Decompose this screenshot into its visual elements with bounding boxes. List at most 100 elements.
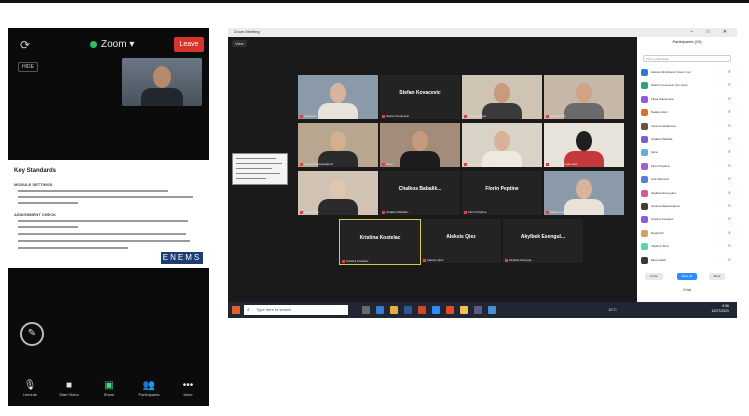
muted-mic-icon: ✕ <box>727 243 731 249</box>
participant-row[interactable]: Ana Markovic ✕ <box>641 174 733 186</box>
app-icon[interactable] <box>474 306 482 314</box>
participant-row[interactable]: Elena Aleki ✕ <box>641 255 733 267</box>
participant-video-tile[interactable]: Jovana Radosavljevic <box>298 123 378 167</box>
search-icon: ⌕ <box>247 307 250 313</box>
participant-video-tile[interactable]: Elena Aleki <box>298 171 378 215</box>
microphone-icon: 🎙 <box>23 380 37 391</box>
participant-body <box>564 103 604 119</box>
chat-tab[interactable]: Chat <box>637 287 737 292</box>
tile-label-text: Iskra <box>386 162 393 166</box>
word-icon[interactable] <box>404 306 412 314</box>
mute-all-button[interactable]: Mute All <box>677 273 697 280</box>
edge-icon[interactable] <box>376 306 384 314</box>
start-menu-icon[interactable] <box>232 306 240 314</box>
participant-row[interactable]: Jovana Radosavljevic ✕ <box>641 201 733 213</box>
participant-video-tile[interactable]: Dagoll Ali <box>298 75 378 119</box>
firefox-icon[interactable] <box>460 306 468 314</box>
participant-avatar <box>641 162 648 170</box>
participant-name: Akylbek Esengulov <box>651 190 677 195</box>
tile-name-label: Chalkos Babalik... <box>382 210 410 214</box>
app-icon[interactable] <box>488 306 496 314</box>
muted-mic-icon <box>546 162 549 166</box>
participant-name-tile[interactable]: Aleksis Qiez Aleksis Qiez <box>421 219 501 263</box>
screen-share-popup[interactable] <box>232 153 288 185</box>
participant-face <box>576 131 592 151</box>
muted-mic-icon <box>505 258 508 262</box>
tile-display-name: Stefan Kovacevic <box>399 90 441 96</box>
participants-icon: 👥 <box>142 380 156 391</box>
participant-row[interactable]: Natalia Aleki ✕ <box>641 107 733 119</box>
chrome-icon[interactable] <box>446 306 454 314</box>
participant-name-tile[interactable]: Stefan Kovacevic Stefan Kovacevic <box>380 75 460 119</box>
view-button[interactable]: View <box>232 40 247 47</box>
participant-row[interactable]: Kristina Kostelac ✕ <box>641 214 733 226</box>
window-controls[interactable]: – □ ✕ <box>690 28 733 37</box>
muted-mic-icon: ✕ <box>727 229 731 235</box>
muted-mic-icon: ✕ <box>727 82 731 88</box>
task-view-icon[interactable] <box>362 306 370 314</box>
participant-row[interactable]: Iskra ✕ <box>641 147 733 159</box>
participant-video-tile[interactable]: Ana Markovic <box>462 75 542 119</box>
participant-row[interactable]: Stefan Kovacevic (Co-host) ✕ <box>641 80 733 92</box>
zoom-icon[interactable] <box>432 306 440 314</box>
participant-video-tile[interactable]: Iskra <box>380 123 460 167</box>
taskbar-clock[interactable]: 9:36 10/27/2021 <box>711 304 729 314</box>
participant-row[interactable]: Dagoll Ali ✕ <box>641 228 733 240</box>
tile-name-label: Elena Aleki <box>300 210 319 214</box>
participant-avatar <box>641 149 648 157</box>
tile-label-text: Dagoll Ali <box>304 114 317 118</box>
participants-button[interactable]: 👥 Participants <box>129 380 169 398</box>
participant-name: Florin Peptine <box>651 163 670 168</box>
muted-mic-icon <box>342 259 345 263</box>
participant-row[interactable]: Ivana Kostadinova ✕ <box>641 121 733 133</box>
participant-video-tile[interactable]: Ivana Kostadinova <box>462 123 542 167</box>
weather-tray[interactable]: 16°C <box>608 307 617 312</box>
participant-name-tile[interactable]: Akylbek Esengul... Akylbek Esengul... <box>503 219 583 263</box>
hide-button[interactable]: HIDE <box>18 62 38 72</box>
tile-name-label: Iskra <box>382 162 393 166</box>
participant-name-tile[interactable]: Chalkos Babalik... Chalkos Babalik... <box>380 171 460 215</box>
powerpoint-icon[interactable] <box>418 306 426 314</box>
participant-row[interactable]: Filipa Nikolovska ✕ <box>641 94 733 106</box>
participant-row[interactable]: Chalkos Babalik ✕ <box>641 134 733 146</box>
participant-name: Kristina Kostelac <box>651 217 674 222</box>
document-line <box>18 220 188 222</box>
unmute-button[interactable]: 🎙 Unmute <box>10 380 50 398</box>
participant-video-tile[interactable]: Natalia Georgievska <box>544 123 624 167</box>
participant-row[interactable]: Vladimir Zivic ✕ <box>641 241 733 253</box>
gallery-view: View Dagoll Ali Stefan Kovacevic Stefan Ko… <box>228 37 637 302</box>
participant-row[interactable]: Aleksis Dimitrijevic (Host, me) ✕ <box>641 67 733 79</box>
more-button[interactable]: ••• More <box>168 380 208 398</box>
popup-line <box>236 163 282 164</box>
invite-button[interactable]: Invite <box>645 273 663 280</box>
participant-row[interactable]: Florin Peptine ✕ <box>641 161 733 173</box>
more-button[interactable]: More <box>709 273 725 280</box>
taskbar-search[interactable]: ⌕ Type here to search <box>244 305 348 315</box>
explorer-icon[interactable] <box>390 306 398 314</box>
participant-name-tile[interactable]: Florin Peptine Florin Peptine <box>462 171 542 215</box>
participant-avatar <box>641 256 648 264</box>
participant-row[interactable]: Akylbek Esengulov ✕ <box>641 188 733 200</box>
tile-name-label: Ivan Nikolic <box>546 114 565 118</box>
participant-avatar <box>641 95 648 103</box>
muted-mic-icon: ✕ <box>727 256 731 262</box>
participant-video-tile[interactable]: Ivan Nikolic <box>544 75 624 119</box>
zoom-menu[interactable]: Zoom ▾ <box>90 38 134 52</box>
tile-name-label: Stefan Kovacevic <box>382 114 409 118</box>
tile-label-text: Elena Aleki <box>304 210 319 214</box>
annotate-pen-icon[interactable]: ✎ <box>20 322 44 346</box>
share-button[interactable]: ▣ Share <box>89 380 129 398</box>
tile-label-text: Aleksis Qiez <box>427 258 444 262</box>
participant-face <box>576 83 592 103</box>
leave-button[interactable]: Leave <box>174 37 204 52</box>
switch-camera-icon[interactable]: ⟳ <box>18 38 32 52</box>
participant-video-tile[interactable]: Vladimir Zivic <box>544 171 624 215</box>
muted-mic-icon: ✕ <box>727 189 731 195</box>
start-video-button[interactable]: ■ Start Video <box>49 380 89 398</box>
participant-search-input[interactable]: Find a participant <box>643 55 731 62</box>
security-shield-icon <box>90 40 97 48</box>
tile-display-name: Aleksis Qiez <box>446 234 476 240</box>
self-face <box>153 66 171 88</box>
muted-mic-icon <box>464 162 467 166</box>
participant-name-tile[interactable]: Kristina Kostelac Kristina Kostelac <box>339 219 421 265</box>
